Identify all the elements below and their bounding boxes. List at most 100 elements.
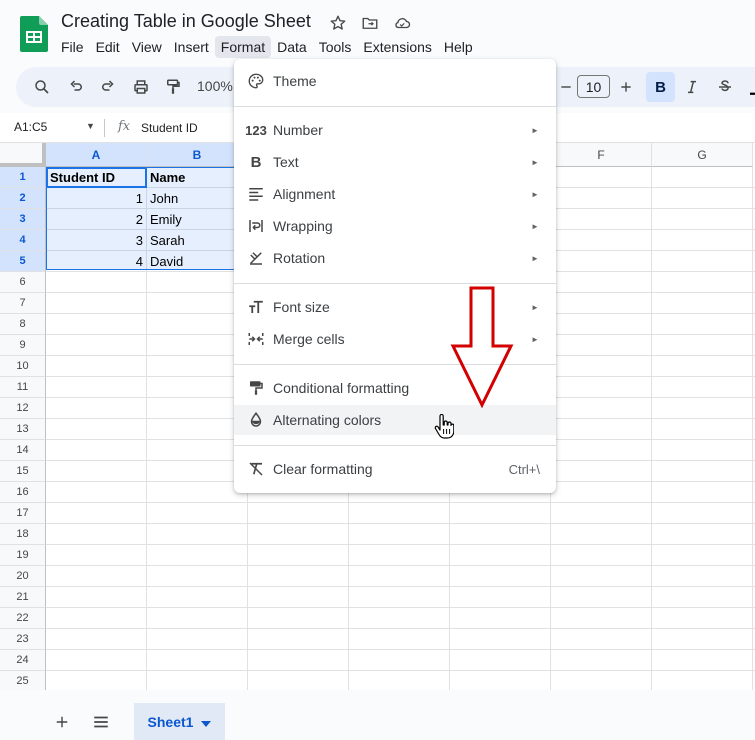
menu-item-alternating-colors[interactable]: Alternating colors <box>234 405 556 435</box>
menu-extensions[interactable]: Extensions <box>357 36 437 58</box>
decrease-font-size-icon[interactable] <box>554 75 578 99</box>
row-header-18[interactable]: 18 <box>0 524 46 545</box>
format-menu-dropdown: Theme 123 Number ► B Text ► Alignment ► … <box>234 59 556 493</box>
row-header-19[interactable]: 19 <box>0 545 46 566</box>
menu-separator <box>234 445 556 446</box>
search-menus-icon[interactable] <box>30 75 54 99</box>
submenu-arrow-icon: ► <box>531 189 539 199</box>
menu-item-theme[interactable]: Theme <box>234 66 556 96</box>
name-box[interactable]: A1:C5 <box>14 120 47 134</box>
zoom-select[interactable]: 100% <box>197 78 233 94</box>
row-header-1[interactable]: 1 <box>0 167 46 188</box>
cell-b1[interactable]: Name <box>150 167 185 188</box>
row-header-24[interactable]: 24 <box>0 650 46 671</box>
row-header-20[interactable]: 20 <box>0 566 46 587</box>
menu-item-label: Alignment <box>273 186 336 202</box>
row-header-3[interactable]: 3 <box>0 209 46 230</box>
menu-edit[interactable]: Edit <box>90 36 126 58</box>
sheet-tab-sheet1[interactable]: Sheet1 <box>134 703 225 740</box>
bold-button[interactable]: B <box>646 72 675 102</box>
cell-a1[interactable]: Student ID <box>50 167 115 188</box>
row-header-10[interactable]: 10 <box>0 356 46 377</box>
menu-item-wrapping[interactable]: Wrapping ► <box>234 211 556 241</box>
row-header-14[interactable]: 14 <box>0 440 46 461</box>
row-header-5[interactable]: 5 <box>0 251 46 272</box>
menu-item-label: Number <box>273 122 323 138</box>
column-header-f[interactable]: F <box>551 143 652 167</box>
undo-icon[interactable] <box>64 75 88 99</box>
cell-b2[interactable]: John <box>150 188 178 209</box>
cell-a3[interactable]: 2 <box>46 209 143 230</box>
paint-format-icon[interactable] <box>161 75 185 99</box>
menu-item-label: Theme <box>273 73 317 89</box>
grid-line <box>46 586 755 587</box>
row-header-15[interactable]: 15 <box>0 461 46 482</box>
menu-help[interactable]: Help <box>438 36 479 58</box>
menu-insert[interactable]: Insert <box>168 36 215 58</box>
menu-item-label: Wrapping <box>273 218 333 234</box>
cell-a4[interactable]: 3 <box>46 230 143 251</box>
menu-format[interactable]: Format <box>214 36 272 58</box>
row-header-7[interactable]: 7 <box>0 293 46 314</box>
print-icon[interactable] <box>129 75 153 99</box>
cell-a2[interactable]: 1 <box>46 188 143 209</box>
font-size-input[interactable]: 10 <box>577 75 610 98</box>
row-header-9[interactable]: 9 <box>0 335 46 356</box>
merge-cells-icon <box>246 329 266 349</box>
menu-item-label: Conditional formatting <box>273 380 410 396</box>
cell-b3[interactable]: Emily <box>150 209 182 230</box>
all-sheets-icon[interactable] <box>92 713 110 731</box>
menu-tools[interactable]: Tools <box>313 36 358 58</box>
italic-icon[interactable] <box>680 75 704 99</box>
google-sheets-window: Creating Table in Google Sheet File Edit… <box>0 0 755 740</box>
grid-line <box>46 544 755 545</box>
redo-icon[interactable] <box>96 75 120 99</box>
grid-line <box>46 628 755 629</box>
menu-item-clear-formatting[interactable]: Clear formatting Ctrl+\ <box>234 454 556 484</box>
row-header-25[interactable]: 25 <box>0 671 46 690</box>
cloud-saved-icon[interactable] <box>392 13 412 33</box>
menu-item-alignment[interactable]: Alignment ► <box>234 179 556 209</box>
document-title[interactable]: Creating Table in Google Sheet <box>61 11 311 32</box>
name-box-dropdown-icon[interactable]: ▼ <box>86 121 95 131</box>
grid-line <box>752 167 753 690</box>
move-folder-icon[interactable] <box>360 13 380 33</box>
cell-b5[interactable]: David <box>150 251 183 272</box>
increase-font-size-icon[interactable] <box>614 75 638 99</box>
menu-item-rotation[interactable]: Rotation ► <box>234 243 556 273</box>
menu-item-text[interactable]: B Text ► <box>234 147 556 177</box>
caret-down-icon[interactable] <box>201 714 212 730</box>
row-header-23[interactable]: 23 <box>0 629 46 650</box>
row-header-21[interactable]: 21 <box>0 587 46 608</box>
align-left-icon <box>246 184 266 204</box>
row-header-11[interactable]: 11 <box>0 377 46 398</box>
row-header-12[interactable]: 12 <box>0 398 46 419</box>
grid-line <box>46 502 755 503</box>
text-color-icon[interactable] <box>744 75 755 99</box>
paint-roller-icon <box>246 378 266 398</box>
select-all-corner[interactable] <box>0 143 46 167</box>
formula-input[interactable]: Student ID <box>141 121 198 135</box>
menu-view[interactable]: View <box>126 36 168 58</box>
strikethrough-icon[interactable] <box>713 75 737 99</box>
row-header-16[interactable]: 16 <box>0 482 46 503</box>
column-header-b[interactable]: B <box>147 143 248 167</box>
row-header-13[interactable]: 13 <box>0 419 46 440</box>
menu-file[interactable]: File <box>55 36 90 58</box>
column-header-a[interactable]: A <box>46 143 147 167</box>
row-header-22[interactable]: 22 <box>0 608 46 629</box>
column-header-g[interactable]: G <box>652 143 753 167</box>
row-header-8[interactable]: 8 <box>0 314 46 335</box>
star-icon[interactable] <box>328 13 348 33</box>
row-header-6[interactable]: 6 <box>0 272 46 293</box>
row-header-4[interactable]: 4 <box>0 230 46 251</box>
row-header-2[interactable]: 2 <box>0 188 46 209</box>
cell-a5[interactable]: 4 <box>46 251 143 272</box>
sheets-logo-icon[interactable] <box>20 16 48 52</box>
row-header-17[interactable]: 17 <box>0 503 46 524</box>
menu-item-number[interactable]: 123 Number ► <box>234 115 556 145</box>
cell-b4[interactable]: Sarah <box>150 230 185 251</box>
add-sheet-icon[interactable] <box>53 713 71 731</box>
palette-icon <box>246 71 266 91</box>
menu-data[interactable]: Data <box>271 36 313 58</box>
